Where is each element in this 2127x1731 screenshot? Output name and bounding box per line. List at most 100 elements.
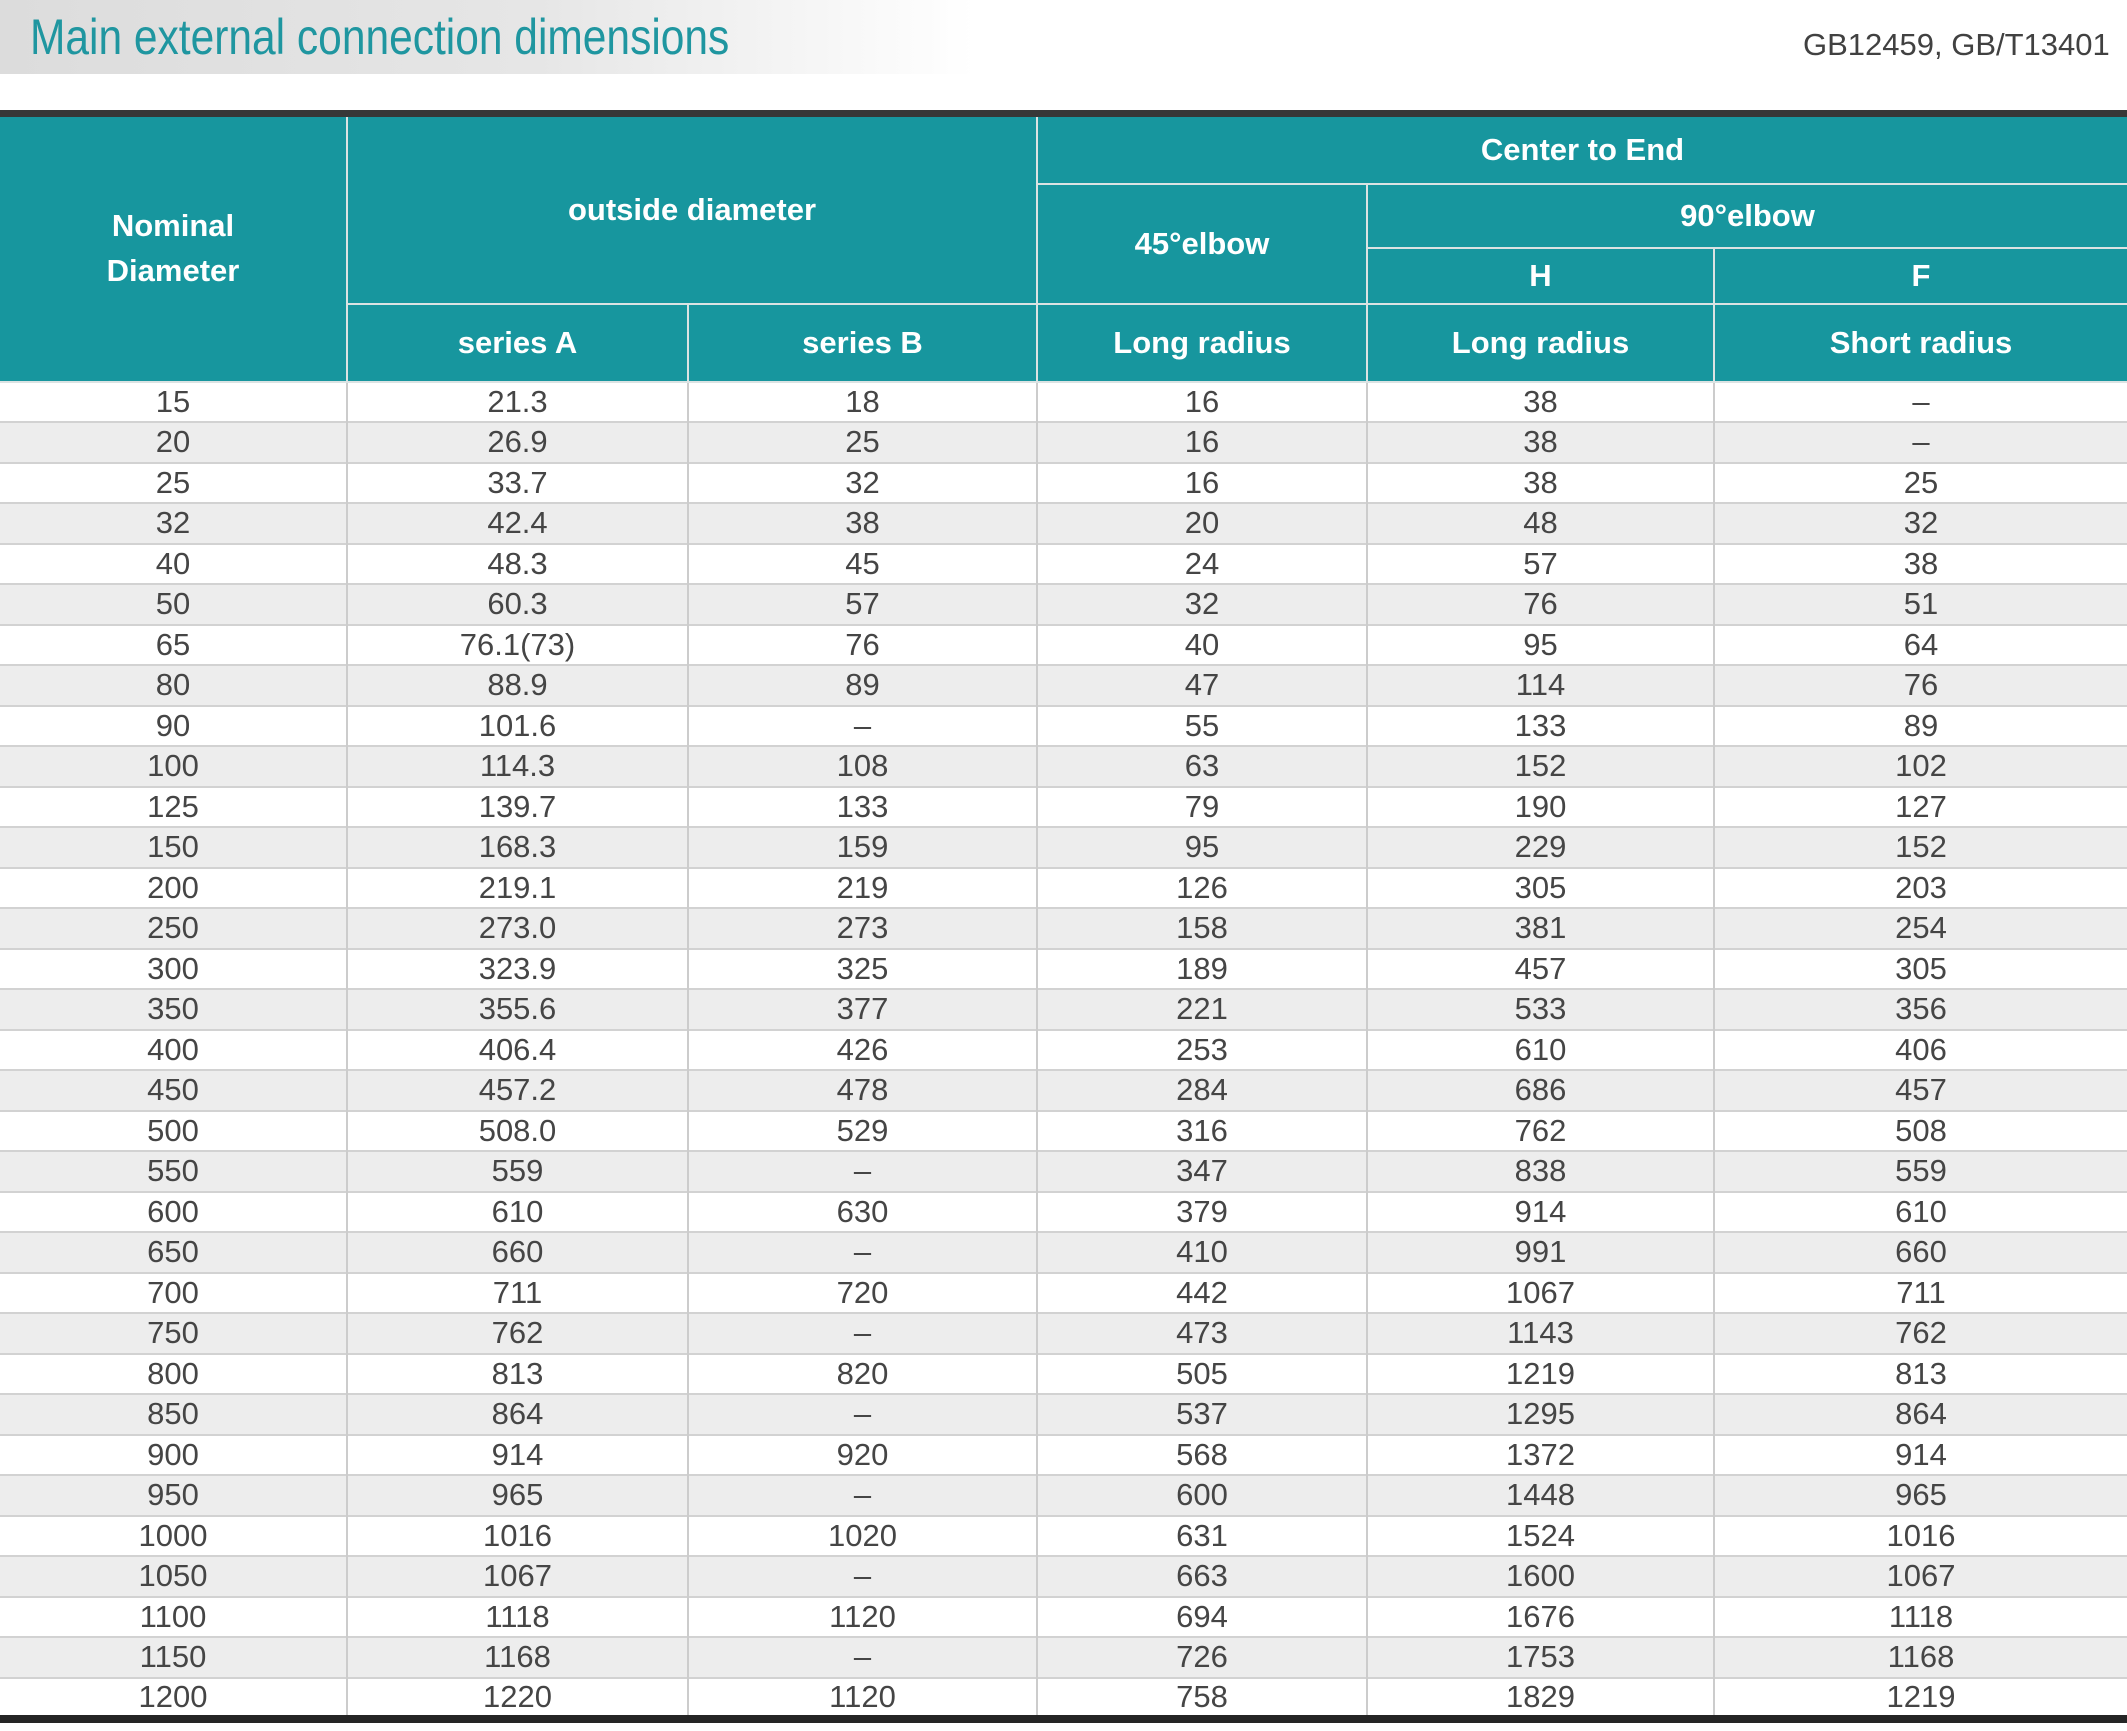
cell-nominal-diameter: 1100	[0, 1597, 347, 1638]
cell-series-b: 426	[688, 1030, 1037, 1071]
cell-90-h-long-radius: 1829	[1367, 1678, 1714, 1719]
cell-series-a: 88.9	[347, 665, 688, 706]
cell-series-b: 273	[688, 908, 1037, 949]
cell-series-a: 914	[347, 1435, 688, 1476]
cell-series-a: 355.6	[347, 989, 688, 1030]
header-long-radius-45: Long radius	[1037, 304, 1367, 382]
table-row: 750762–4731143762	[0, 1313, 2127, 1354]
cell-series-b: –	[688, 1232, 1037, 1273]
cell-nominal-diameter: 350	[0, 989, 347, 1030]
cell-series-a: 21.3	[347, 382, 688, 423]
cell-90-f-short-radius: 660	[1714, 1232, 2127, 1273]
cell-nominal-diameter: 32	[0, 503, 347, 544]
cell-45-long-radius: 16	[1037, 463, 1367, 504]
dimensions-table: Nominal Diameter outside diameter Center…	[0, 110, 2127, 1723]
cell-series-b: –	[688, 1556, 1037, 1597]
header-row-1: Nominal Diameter outside diameter Center…	[0, 114, 2127, 184]
table-row: 7007117204421067711	[0, 1273, 2127, 1314]
cell-90-h-long-radius: 1372	[1367, 1435, 1714, 1476]
cell-45-long-radius: 20	[1037, 503, 1367, 544]
header-series-a: series A	[347, 304, 688, 382]
cell-series-a: 48.3	[347, 544, 688, 585]
cell-nominal-diameter: 90	[0, 706, 347, 747]
cell-45-long-radius: 253	[1037, 1030, 1367, 1071]
cell-45-long-radius: 442	[1037, 1273, 1367, 1314]
cell-series-a: 168.3	[347, 827, 688, 868]
header-short-radius-f: Short radius	[1714, 304, 2127, 382]
cell-90-h-long-radius: 838	[1367, 1151, 1714, 1192]
cell-series-b: 108	[688, 746, 1037, 787]
cell-series-a: 813	[347, 1354, 688, 1395]
cell-series-b: 1120	[688, 1678, 1037, 1719]
cell-nominal-diameter: 750	[0, 1313, 347, 1354]
cell-series-b: 133	[688, 787, 1037, 828]
cell-series-a: 965	[347, 1475, 688, 1516]
cell-45-long-radius: 379	[1037, 1192, 1367, 1233]
cell-series-a: 1016	[347, 1516, 688, 1557]
cell-90-f-short-radius: –	[1714, 422, 2127, 463]
cell-90-h-long-radius: 48	[1367, 503, 1714, 544]
cell-series-a: 33.7	[347, 463, 688, 504]
cell-90-f-short-radius: 25	[1714, 463, 2127, 504]
cell-90-f-short-radius: 1067	[1714, 1556, 2127, 1597]
cell-90-f-short-radius: 64	[1714, 625, 2127, 666]
cell-45-long-radius: 600	[1037, 1475, 1367, 1516]
cell-90-h-long-radius: 1295	[1367, 1394, 1714, 1435]
cell-90-h-long-radius: 533	[1367, 989, 1714, 1030]
cell-series-b: –	[688, 1151, 1037, 1192]
cell-series-a: 76.1(73)	[347, 625, 688, 666]
cell-nominal-diameter: 150	[0, 827, 347, 868]
cell-90-f-short-radius: 203	[1714, 868, 2127, 909]
cell-series-a: 323.9	[347, 949, 688, 990]
table-row: 550559–347838559	[0, 1151, 2127, 1192]
cell-series-b: –	[688, 1637, 1037, 1678]
cell-90-f-short-radius: 51	[1714, 584, 2127, 625]
cell-90-h-long-radius: 229	[1367, 827, 1714, 868]
cell-90-f-short-radius: 914	[1714, 1435, 2127, 1476]
cell-90-f-short-radius: 610	[1714, 1192, 2127, 1233]
cell-90-f-short-radius: 32	[1714, 503, 2127, 544]
cell-nominal-diameter: 800	[0, 1354, 347, 1395]
cell-90-h-long-radius: 1219	[1367, 1354, 1714, 1395]
cell-series-a: 1220	[347, 1678, 688, 1719]
cell-series-b: 820	[688, 1354, 1037, 1395]
cell-90-h-long-radius: 686	[1367, 1070, 1714, 1111]
cell-90-h-long-radius: 76	[1367, 584, 1714, 625]
table-row: 9009149205681372914	[0, 1435, 2127, 1476]
table-row: 350355.6377221533356	[0, 989, 2127, 1030]
cell-series-b: 159	[688, 827, 1037, 868]
cell-45-long-radius: 40	[1037, 625, 1367, 666]
cell-series-a: 139.7	[347, 787, 688, 828]
cell-series-a: 26.9	[347, 422, 688, 463]
cell-nominal-diameter: 600	[0, 1192, 347, 1233]
table-row: 5060.357327651	[0, 584, 2127, 625]
cell-90-f-short-radius: 457	[1714, 1070, 2127, 1111]
cell-series-b: 325	[688, 949, 1037, 990]
cell-nominal-diameter: 250	[0, 908, 347, 949]
cell-90-h-long-radius: 57	[1367, 544, 1714, 585]
cell-45-long-radius: 24	[1037, 544, 1367, 585]
cell-45-long-radius: 473	[1037, 1313, 1367, 1354]
cell-series-b: 630	[688, 1192, 1037, 1233]
cell-45-long-radius: 32	[1037, 584, 1367, 625]
cell-nominal-diameter: 50	[0, 584, 347, 625]
cell-45-long-radius: 537	[1037, 1394, 1367, 1435]
cell-nominal-diameter: 100	[0, 746, 347, 787]
cell-series-a: 508.0	[347, 1111, 688, 1152]
cell-nominal-diameter: 125	[0, 787, 347, 828]
cell-nominal-diameter: 900	[0, 1435, 347, 1476]
cell-90-h-long-radius: 190	[1367, 787, 1714, 828]
cell-90-h-long-radius: 133	[1367, 706, 1714, 747]
cell-nominal-diameter: 65	[0, 625, 347, 666]
table-row: 250273.0273158381254	[0, 908, 2127, 949]
cell-90-h-long-radius: 457	[1367, 949, 1714, 990]
table-row: 12001220112075818291219	[0, 1678, 2127, 1719]
cell-series-b: 57	[688, 584, 1037, 625]
header-45-elbow: 45°elbow	[1037, 184, 1367, 304]
cell-nominal-diameter: 650	[0, 1232, 347, 1273]
cell-nominal-diameter: 700	[0, 1273, 347, 1314]
header-outside-diameter: outside diameter	[347, 114, 1037, 304]
cell-90-f-short-radius: 406	[1714, 1030, 2127, 1071]
cell-series-b: 920	[688, 1435, 1037, 1476]
cell-90-f-short-radius: –	[1714, 382, 2127, 423]
